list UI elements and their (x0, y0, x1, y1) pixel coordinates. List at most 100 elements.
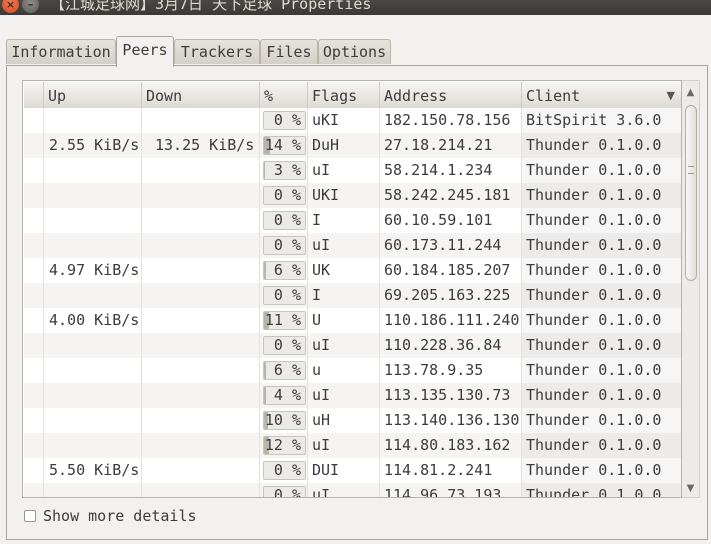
progress-text: 12 % (264, 436, 301, 454)
table-row[interactable]: 2.55 KiB/s 13.25 KiB/s 14 % DuH 27.18.214.21… (24, 133, 681, 158)
cell-address: 114.81.2.241 (379, 458, 521, 483)
cell-up (43, 333, 141, 358)
cell-progress: 0 % (259, 233, 307, 258)
title-bar[interactable]: × – 【江城足球网】3月7日 天下足球 Properties (0, 0, 711, 15)
cell-flags: uI (307, 158, 379, 183)
cell-progress: 0 % (259, 183, 307, 208)
row-spacer (24, 433, 43, 458)
cell-up (43, 483, 141, 497)
progress-fill (264, 387, 266, 404)
row-spacer (24, 133, 43, 158)
progress-bar: 0 % (263, 236, 306, 255)
close-icon[interactable]: × (2, 0, 19, 13)
cell-up (43, 433, 141, 458)
progress-bar: 4 % (263, 386, 306, 405)
cell-address: 60.184.185.207 (379, 258, 521, 283)
progress-text: 10 % (264, 411, 301, 429)
cell-progress: 6 % (259, 258, 307, 283)
table-row[interactable]: 0 % uI 110.228.36.84 Thunder 0.1.0.0 (24, 333, 681, 358)
cell-flags: I (307, 283, 379, 308)
cell-progress: 12 % (259, 433, 307, 458)
tab-information[interactable]: Information (6, 39, 116, 64)
table-row[interactable]: 0 % uI 114.96.73.193 Thunder 0.1.0.0 (24, 483, 681, 497)
table-row[interactable]: 0 % I 69.205.163.225 Thunder 0.1.0.0 (24, 283, 681, 308)
scroll-up-arrow-icon[interactable]: ▲ (682, 87, 699, 98)
column-header-client[interactable]: Client ▼ (521, 82, 681, 108)
progress-bar: 6 % (263, 261, 306, 280)
row-spacer (24, 283, 43, 308)
cell-address: 27.18.214.21 (379, 133, 521, 158)
cell-client: BitSpirit 3.6.0 (521, 108, 681, 133)
cell-address: 58.214.1.234 (379, 158, 521, 183)
cell-progress: 0 % (259, 208, 307, 233)
table-row[interactable]: 4.97 KiB/s 6 % UK 60.184.185.207 Thunder 0.1… (24, 258, 681, 283)
table-row[interactable]: 10 % uH 113.140.136.130 Thunder 0.1.0.0 (24, 408, 681, 433)
cell-down (141, 433, 259, 458)
cell-client: Thunder 0.1.0.0 (521, 158, 681, 183)
show-more-details-label[interactable]: Show more details (43, 506, 197, 526)
cell-address: 58.242.245.181 (379, 183, 521, 208)
cell-progress: 11 % (259, 308, 307, 333)
cell-progress: 0 % (259, 333, 307, 358)
column-header-percent[interactable]: % (259, 82, 307, 108)
cell-address: 114.80.183.162 (379, 433, 521, 458)
tab-files[interactable]: Files (260, 39, 318, 64)
cell-down (141, 233, 259, 258)
peers-scrollbar[interactable]: ▲ ▼ (682, 80, 700, 498)
cell-progress: 10 % (259, 408, 307, 433)
table-row[interactable]: 0 % I 60.10.59.101 Thunder 0.1.0.0 (24, 208, 681, 233)
cell-client: Thunder 0.1.0.0 (521, 308, 681, 333)
cell-progress: 0 % (259, 483, 307, 497)
column-header-client-label: Client (526, 87, 581, 105)
table-row[interactable]: 0 % UKI 58.242.245.181 Thunder 0.1.0.0 (24, 183, 681, 208)
cell-down (141, 383, 259, 408)
row-spacer (24, 333, 43, 358)
cell-client: Thunder 0.1.0.0 (521, 483, 681, 497)
cell-progress: 0 % (259, 283, 307, 308)
cell-flags: UK (307, 258, 379, 283)
progress-bar: 0 % (263, 111, 306, 130)
tab-peers[interactable]: Peers (116, 36, 174, 67)
column-header-up[interactable]: Up (43, 82, 141, 108)
progress-bar: 0 % (263, 486, 306, 497)
column-header-spacer (24, 82, 43, 108)
cell-client: Thunder 0.1.0.0 (521, 133, 681, 158)
row-spacer (24, 108, 43, 133)
table-row[interactable]: 3 % uI 58.214.1.234 Thunder 0.1.0.0 (24, 158, 681, 183)
cell-progress: 4 % (259, 383, 307, 408)
cell-flags: I (307, 208, 379, 233)
scroll-down-arrow-icon[interactable]: ▼ (682, 483, 699, 494)
table-row[interactable]: 4.00 KiB/s 11 % U 110.186.111.240 Thunder 0.… (24, 308, 681, 333)
table-row[interactable]: 6 % u 113.78.9.35 Thunder 0.1.0.0 (24, 358, 681, 383)
column-header-address[interactable]: Address (379, 82, 521, 108)
show-more-details-checkbox[interactable] (24, 510, 36, 522)
scrollbar-thumb[interactable] (685, 105, 697, 281)
progress-bar: 6 % (263, 361, 306, 380)
peers-list[interactable]: Up Down % Flags Address Client ▼ 0 % uKI 1… (22, 80, 682, 498)
progress-text: 11 % (264, 311, 301, 329)
cell-client: Thunder 0.1.0.0 (521, 458, 681, 483)
progress-text: 0 % (273, 461, 301, 479)
column-header-flags[interactable]: Flags (307, 82, 379, 108)
cell-client: Thunder 0.1.0.0 (521, 258, 681, 283)
row-spacer (24, 233, 43, 258)
progress-bar: 0 % (263, 186, 306, 205)
column-header-down[interactable]: Down (141, 82, 259, 108)
progress-fill (264, 262, 267, 279)
table-row[interactable]: 12 % uI 114.80.183.162 Thunder 0.1.0.0 (24, 433, 681, 458)
cell-down (141, 483, 259, 497)
row-spacer (24, 208, 43, 233)
table-row[interactable]: 4 % uI 113.135.130.73 Thunder 0.1.0.0 (24, 383, 681, 408)
table-row[interactable]: 0 % uI 60.173.11.244 Thunder 0.1.0.0 (24, 233, 681, 258)
table-row[interactable]: 5.50 KiB/s 0 % DUI 114.81.2.241 Thunder 0.1.… (24, 458, 681, 483)
table-row[interactable]: 0 % uKI 182.150.78.156 BitSpirit 3.6.0 (24, 108, 681, 133)
cell-address: 113.135.130.73 (379, 383, 521, 408)
row-spacer (24, 158, 43, 183)
tab-trackers[interactable]: Trackers (174, 39, 260, 64)
cell-down (141, 458, 259, 483)
cell-address: 110.228.36.84 (379, 333, 521, 358)
minimize-icon[interactable]: – (22, 0, 39, 13)
tab-options[interactable]: Options (318, 39, 391, 64)
cell-down (141, 308, 259, 333)
progress-fill (264, 162, 266, 179)
